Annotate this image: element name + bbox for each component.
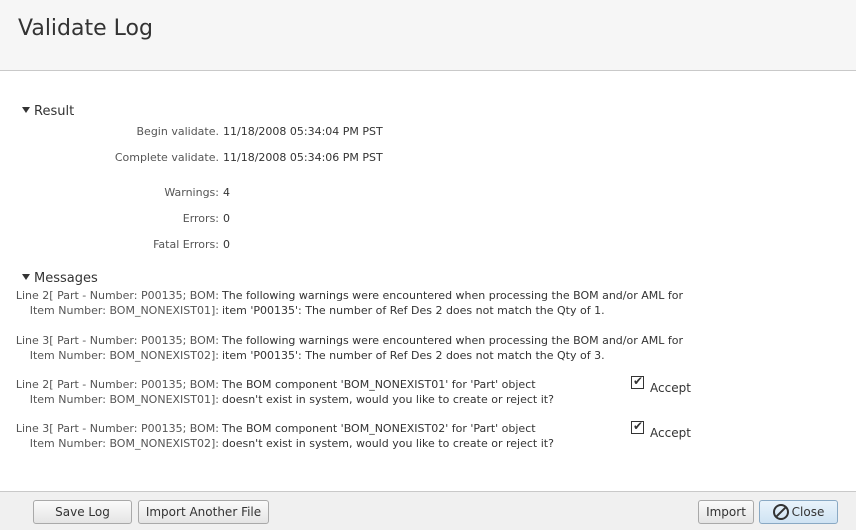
message-line-label: Line 3[ Part - Number: P00135; BOM: [15, 422, 219, 435]
accept-label: Accept [650, 426, 691, 440]
result-heading: Result [34, 104, 75, 119]
import-another-file-button[interactable]: Import Another File [138, 500, 269, 524]
import-button[interactable]: Import [698, 500, 754, 524]
footer-toolbar: Save Log Import Another File Import Clos… [0, 491, 856, 530]
triangle-down-icon [22, 274, 30, 280]
message-item-label: Item Number: BOM_NONEXIST01]: [29, 304, 219, 317]
result-label: Complete validate. [114, 151, 219, 164]
message-text: doesn't exist in system, would you like … [222, 393, 554, 406]
result-label: Warnings: [164, 186, 219, 199]
accept-checkbox[interactable]: ✔ [631, 419, 644, 434]
message-item: Line 2[ Part - Number: P00135; BOM: Item… [0, 377, 856, 409]
message-text: item 'P00135': The number of Ref Des 2 d… [222, 349, 605, 362]
save-log-button[interactable]: Save Log [33, 500, 132, 524]
message-text: The BOM component 'BOM_NONEXIST02' for '… [222, 422, 536, 435]
result-section-toggle[interactable]: Result [22, 104, 74, 119]
message-line-label: Line 2[ Part - Number: P00135; BOM: [15, 378, 219, 391]
header-bar: Validate Log [0, 0, 856, 71]
page-title: Validate Log [18, 16, 153, 41]
messages-section-toggle[interactable]: Messages [22, 271, 98, 286]
message-text: doesn't exist in system, would you like … [222, 437, 554, 450]
result-label: Fatal Errors: [153, 238, 219, 251]
messages-heading: Messages [34, 271, 98, 286]
result-value: 4 [223, 186, 230, 199]
message-item-label: Item Number: BOM_NONEXIST02]: [29, 437, 219, 450]
accept-checkbox[interactable]: ✔ [631, 374, 644, 389]
result-value: 0 [223, 212, 230, 225]
result-label: Errors: [182, 212, 219, 225]
accept-label: Accept [650, 381, 691, 395]
result-label: Begin validate. [136, 125, 219, 138]
message-text: The following warnings were encountered … [222, 289, 684, 302]
message-item: Line 3[ Part - Number: P00135; BOM: Item… [0, 333, 856, 365]
message-line-label: Line 3[ Part - Number: P00135; BOM: [15, 334, 219, 347]
message-line-label: Line 2[ Part - Number: P00135; BOM: [15, 289, 219, 302]
message-text: item 'P00135': The number of Ref Des 2 d… [222, 304, 605, 317]
result-value: 11/18/2008 05:34:06 PM PST [223, 151, 383, 164]
checkmark-icon: ✔ [633, 374, 644, 388]
result-value: 0 [223, 238, 230, 251]
close-button[interactable]: Close [759, 500, 838, 524]
result-value: 11/18/2008 05:34:04 PM PST [223, 125, 383, 138]
message-text: The following warnings were encountered … [222, 334, 684, 347]
triangle-down-icon [22, 107, 30, 113]
message-item-label: Item Number: BOM_NONEXIST02]: [29, 349, 219, 362]
no-entry-icon [772, 504, 789, 520]
checkmark-icon: ✔ [633, 419, 644, 433]
close-button-label: Close [791, 505, 825, 519]
message-item: Line 2[ Part - Number: P00135; BOM: Item… [0, 288, 856, 320]
message-text: The BOM component 'BOM_NONEXIST01' for '… [222, 378, 536, 391]
message-item: Line 3[ Part - Number: P00135; BOM: Item… [0, 421, 856, 453]
message-item-label: Item Number: BOM_NONEXIST01]: [29, 393, 219, 406]
